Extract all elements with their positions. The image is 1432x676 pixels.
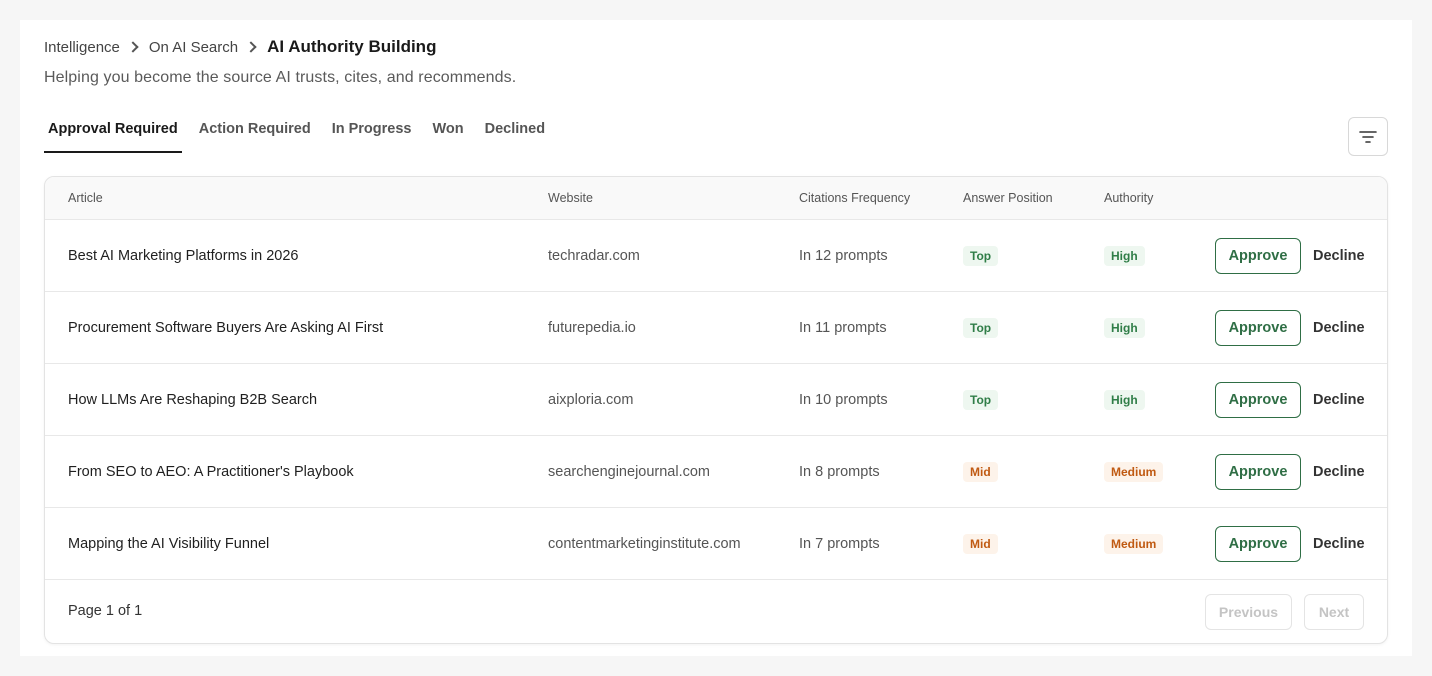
tab-approval-required[interactable]: Approval Required [44,120,182,153]
answer-position-badge: Top [963,246,999,266]
table-row: Mapping the AI Visibility Funnel content… [45,508,1387,580]
breadcrumb: Intelligence On AI Search AI Authority B… [44,37,436,57]
column-header-citations-frequency: Citations Frequency [799,191,911,205]
decline-button[interactable]: Decline [1313,248,1365,264]
answer-position-badge: Top [963,390,999,410]
tab-declined[interactable]: Declined [481,120,549,153]
breadcrumb-item-on-ai-search[interactable]: On AI Search [149,39,238,56]
page-subtitle: Helping you become the source AI trusts,… [44,69,517,86]
citations-frequency: In 7 prompts [799,536,880,552]
chevron-right-icon [245,41,257,53]
column-header-website: Website [548,191,593,205]
citations-frequency: In 11 prompts [799,320,887,336]
tab-won[interactable]: Won [428,120,467,153]
website: aixploria.com [548,392,634,408]
decline-button[interactable]: Decline [1313,536,1365,552]
article-title: Procurement Software Buyers Are Asking A… [68,320,384,336]
answer-position-badge: Mid [963,462,998,482]
approve-button[interactable]: Approve [1215,382,1301,418]
table-row: Best AI Marketing Platforms in 2026 tech… [45,220,1387,292]
pagination-info: Page 1 of 1 [68,603,143,619]
answer-position-badge: Top [963,318,999,338]
tab-in-progress[interactable]: In Progress [328,120,416,153]
approve-button[interactable]: Approve [1215,310,1301,346]
article-title: From SEO to AEO: A Practitioner's Playbo… [68,464,354,480]
article-title: Best AI Marketing Platforms in 2026 [68,248,299,264]
table-row: How LLMs Are Reshaping B2B Search aixplo… [45,364,1387,436]
next-page-button[interactable]: Next [1304,594,1364,630]
table-header: Article Website Citations Frequency Answ… [45,177,1387,220]
breadcrumb-item-intelligence[interactable]: Intelligence [44,39,120,56]
citations-frequency: In 10 prompts [799,392,888,408]
citations-frequency: In 8 prompts [799,464,880,480]
website: contentmarketinginstitute.com [548,536,741,552]
authority-badge: High [1104,246,1145,266]
previous-page-button[interactable]: Previous [1205,594,1292,630]
article-title: Mapping the AI Visibility Funnel [68,536,270,552]
authority-badge: High [1104,390,1145,410]
approve-button[interactable]: Approve [1215,526,1301,562]
article-title: How LLMs Are Reshaping B2B Search [68,392,318,408]
table-row: From SEO to AEO: A Practitioner's Playbo… [45,436,1387,508]
chevron-right-icon [127,41,139,53]
decline-button[interactable]: Decline [1313,320,1365,336]
page-title: AI Authority Building [267,37,437,56]
filter-button[interactable] [1348,117,1388,156]
column-header-authority: Authority [1104,191,1154,205]
authority-badge: Medium [1104,534,1164,554]
table-row: Procurement Software Buyers Are Asking A… [45,292,1387,364]
decline-button[interactable]: Decline [1313,464,1365,480]
citations-frequency: In 12 prompts [799,248,888,264]
answer-position-badge: Mid [963,534,998,554]
tab-action-required[interactable]: Action Required [195,120,315,153]
articles-table: Article Website Citations Frequency Answ… [44,176,1388,644]
column-header-article: Article [68,191,103,205]
authority-badge: Medium [1104,462,1164,482]
website: techradar.com [548,248,640,264]
approve-button[interactable]: Approve [1215,238,1301,274]
filter-lines-icon [1359,130,1377,143]
page: Intelligence On AI Search AI Authority B… [20,20,1412,656]
website: searchenginejournal.com [548,464,711,480]
status-tabs: Approval Required Action Required In Pro… [44,120,562,153]
column-header-answer-position: Answer Position [963,191,1053,205]
authority-badge: High [1104,318,1145,338]
table-footer: Page 1 of 1 Previous Next [45,580,1387,643]
decline-button[interactable]: Decline [1313,392,1365,408]
approve-button[interactable]: Approve [1215,454,1301,490]
website: futurepedia.io [548,320,636,336]
